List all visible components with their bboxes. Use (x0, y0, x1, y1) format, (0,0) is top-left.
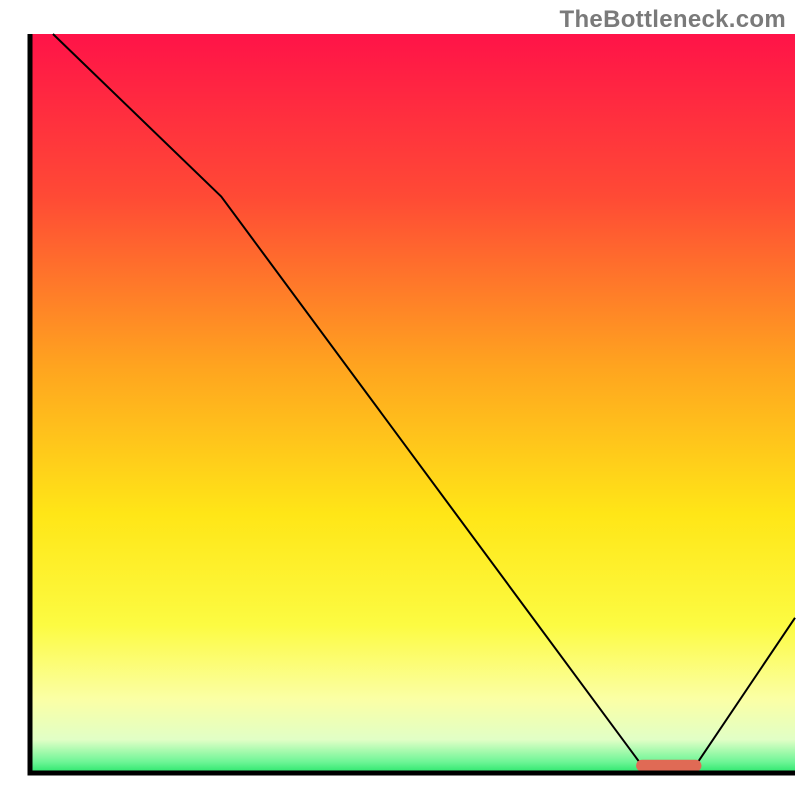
chart-svg (0, 0, 800, 800)
chart-container: TheBottleneck.com (0, 0, 800, 800)
chart-background (30, 34, 795, 773)
watermark-text: TheBottleneck.com (560, 6, 786, 34)
